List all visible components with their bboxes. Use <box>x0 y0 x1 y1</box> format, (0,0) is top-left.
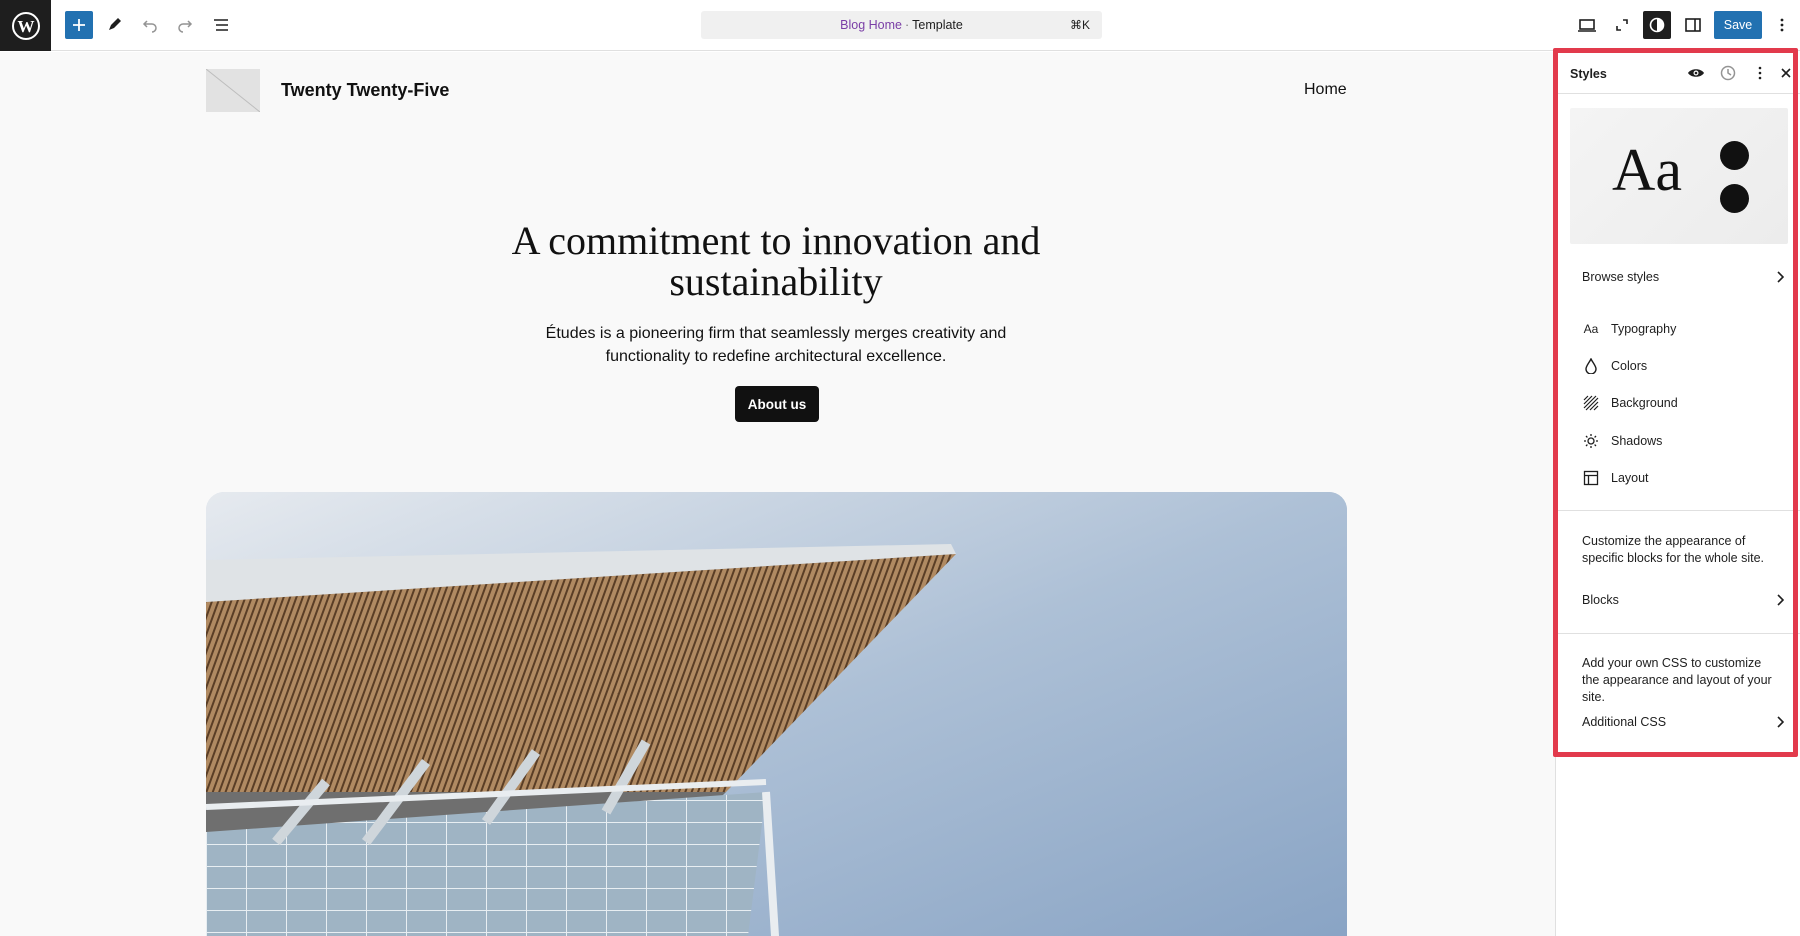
pencil-icon <box>109 18 121 30</box>
styles-toggle-button[interactable] <box>1643 11 1671 39</box>
shortcut-hint: ⌘K <box>1069 18 1090 32</box>
layout-icon <box>1582 469 1600 487</box>
tools-button[interactable] <box>100 11 128 39</box>
more-vertical-icon <box>1780 18 1784 32</box>
typography-icon: Aa <box>1583 322 1599 336</box>
desktop-icon <box>1578 19 1596 32</box>
shadow-icon <box>1582 432 1600 450</box>
css-description: Add your own CSS to customize the appear… <box>1582 656 1772 704</box>
undo-button[interactable] <box>136 11 164 39</box>
nav-item-label: Background <box>1611 396 1678 410</box>
preview-color-swatch <box>1720 184 1749 213</box>
settings-panel-button[interactable] <box>1679 11 1707 39</box>
blocks-description: Customize the appearance of specific blo… <box>1582 534 1765 565</box>
nav-item-background[interactable]: Background <box>1570 387 1788 419</box>
options-menu-button[interactable] <box>1770 11 1794 39</box>
revisions-button[interactable] <box>1718 63 1738 83</box>
nav-link-home[interactable]: Home <box>1304 81 1347 99</box>
redo-button[interactable] <box>171 11 199 39</box>
sidebar-icon <box>1685 18 1701 32</box>
hero-heading[interactable]: A commitment to innovation and sustainab… <box>476 220 1076 302</box>
undo-icon <box>142 20 157 33</box>
blocks-label: Blocks <box>1582 593 1619 607</box>
browse-styles-button[interactable]: Browse styles <box>1570 259 1788 295</box>
hero-building-image[interactable] <box>206 492 1347 936</box>
device-preview-button[interactable] <box>1573 11 1601 39</box>
site-title[interactable]: Twenty Twenty-Five <box>281 80 449 101</box>
redo-icon <box>178 20 193 33</box>
close-icon <box>1781 68 1791 78</box>
nav-item-label: Shadows <box>1611 434 1663 448</box>
svg-text:W: W <box>17 17 34 36</box>
list-view-icon <box>214 19 228 31</box>
save-button[interactable]: Save <box>1714 11 1762 39</box>
add-block-button[interactable] <box>65 11 93 39</box>
blocks-button[interactable]: Blocks <box>1570 582 1788 618</box>
half-circle-contrast-icon <box>1649 17 1665 33</box>
placeholder-diagonal-icon <box>206 69 260 112</box>
history-icon <box>1720 65 1736 81</box>
expand-icon <box>1616 19 1628 31</box>
editor-canvas[interactable]: Twenty Twenty-Five Home A commitment to … <box>0 52 1555 936</box>
zoom-out-button[interactable] <box>1608 11 1636 39</box>
styles-options-button[interactable] <box>1750 63 1770 83</box>
browse-styles-label: Browse styles <box>1582 270 1660 284</box>
wordpress-logo-button[interactable]: W <box>0 0 51 51</box>
styles-title: Styles <box>1570 67 1607 81</box>
section-divider <box>1556 633 1800 634</box>
document-overview-button[interactable] <box>207 11 235 39</box>
styles-header: Styles <box>1556 52 1800 94</box>
building-illustration <box>206 492 1347 936</box>
nav-item-label: Layout <box>1611 471 1649 485</box>
additional-css-button[interactable]: Additional CSS <box>1570 704 1788 740</box>
nav-item-label: Colors <box>1611 359 1648 373</box>
document-title: Blog Home <box>840 18 902 32</box>
close-styles-button[interactable] <box>1776 63 1796 83</box>
nav-item-label: Typography <box>1611 322 1677 336</box>
nav-item-layout[interactable]: Layout <box>1570 462 1788 494</box>
nav-item-colors[interactable]: Colors <box>1570 350 1788 382</box>
nav-item-shadows[interactable]: Shadows <box>1570 425 1788 457</box>
chevron-right-icon <box>1772 592 1788 608</box>
hero-description[interactable]: Études is a pioneering firm that seamles… <box>526 322 1026 368</box>
nav-item-typography[interactable]: Aa Typography <box>1570 313 1788 345</box>
wordpress-icon: W <box>11 11 40 40</box>
section-divider <box>1556 510 1800 511</box>
droplet-icon <box>1582 357 1600 375</box>
chevron-right-icon <box>1772 269 1788 285</box>
more-vertical-icon <box>1758 66 1762 80</box>
document-type: Template <box>912 18 963 32</box>
style-preview[interactable]: Aa <box>1570 108 1788 244</box>
preview-typography-sample: Aa <box>1612 137 1682 203</box>
plus-icon <box>73 19 85 31</box>
eye-icon <box>1688 69 1704 77</box>
background-icon <box>1582 394 1600 412</box>
about-us-button[interactable]: About us <box>735 386 819 422</box>
chevron-right-icon <box>1772 714 1788 730</box>
style-book-button[interactable] <box>1686 63 1706 83</box>
editor-toolbar: W Blog Home · Template ⌘K Save <box>0 0 1800 51</box>
title-separator: · <box>904 18 910 32</box>
preview-color-swatch <box>1720 141 1749 170</box>
command-palette-bar[interactable]: Blog Home · Template ⌘K <box>701 11 1102 39</box>
site-logo-placeholder[interactable] <box>206 69 260 112</box>
styles-sidebar: Styles Aa Browse styles Aa Typography Co… <box>1556 52 1800 936</box>
additional-css-label: Additional CSS <box>1582 715 1667 729</box>
